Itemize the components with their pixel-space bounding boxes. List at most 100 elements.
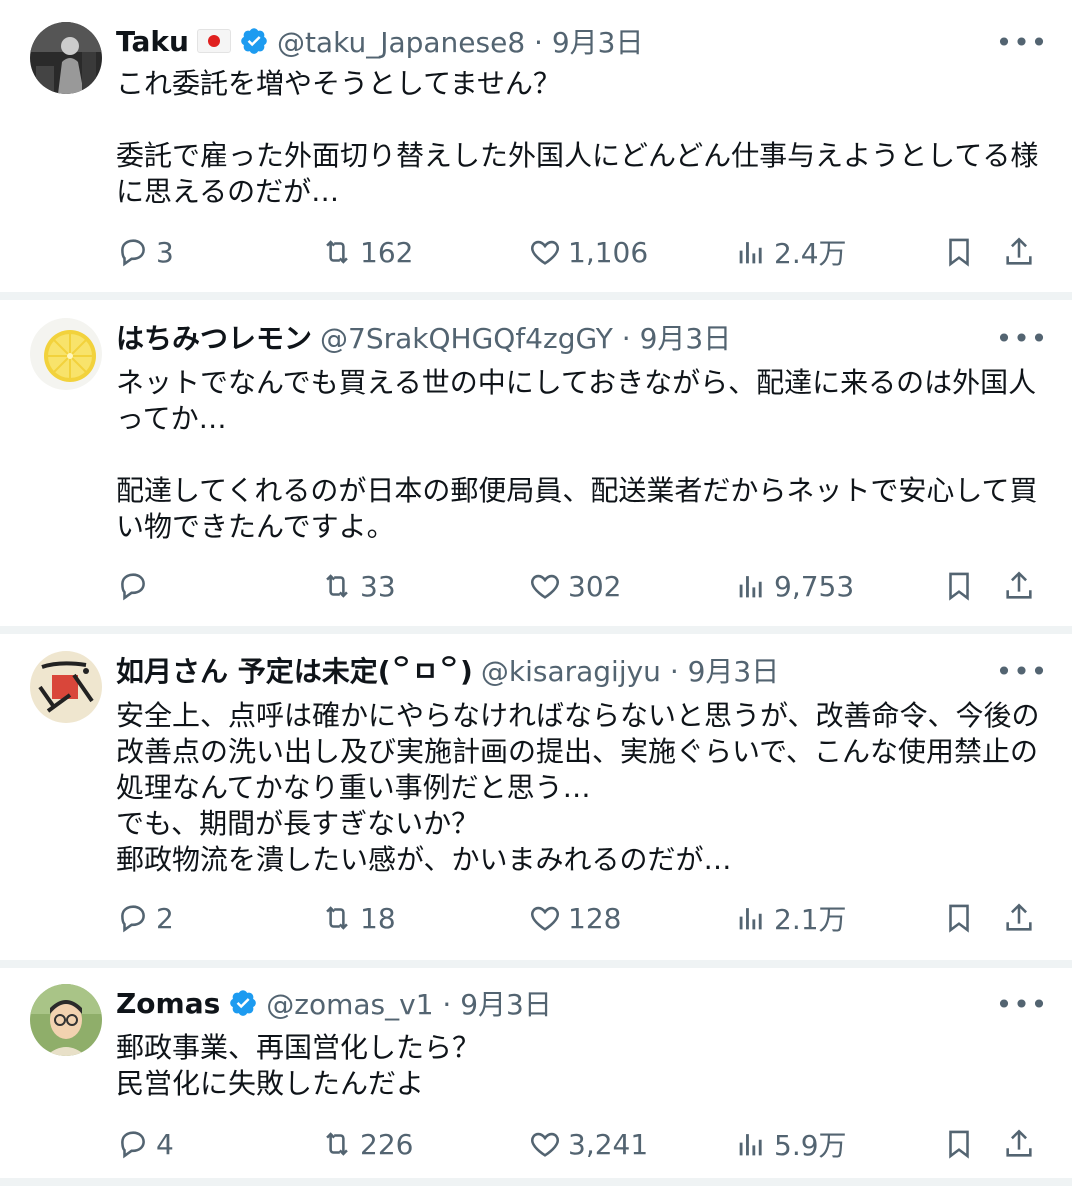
like-button[interactable]: 128 <box>528 896 621 940</box>
tweet[interactable]: はちみつレモン @7SrakQHGQf4zgGY · 9月3日 ••• ネットで… <box>0 300 1072 626</box>
retweet-count: 33 <box>360 569 396 603</box>
like-count: 302 <box>568 569 622 603</box>
tweet-header: Taku @taku_Japanese8 · 9月3日 <box>116 21 992 61</box>
tweet-text: これ委託を増やそうとしてません？ 委託で雇った外面切り替えした外国人にどんどん仕… <box>116 67 1039 208</box>
avatar[interactable] <box>30 22 102 94</box>
divider <box>0 626 1072 634</box>
retweet-button[interactable]: 226 <box>320 1122 413 1166</box>
share-icon <box>1006 571 1032 599</box>
bookmark-icon <box>949 904 969 933</box>
like-icon <box>531 1132 559 1157</box>
retweet-icon <box>326 240 348 264</box>
views-icon <box>739 242 762 264</box>
verified-badge-icon <box>230 990 257 1016</box>
retweet-button[interactable]: 33 <box>320 564 396 608</box>
share-button[interactable] <box>1002 1122 1042 1166</box>
retweet-count: 226 <box>360 1127 414 1161</box>
bookmark-button[interactable] <box>942 564 982 608</box>
handle-and-date[interactable]: @taku_Japanese8 · 9月3日 <box>277 21 644 61</box>
bookmark-button[interactable] <box>942 1122 982 1166</box>
more-icon[interactable]: ••• <box>996 318 1048 358</box>
reply-icon <box>121 239 145 267</box>
share-icon <box>1006 1129 1032 1157</box>
views-icon <box>739 576 762 598</box>
share-button[interactable] <box>1002 230 1042 274</box>
views-button[interactable]: 5.9万 <box>734 1122 847 1166</box>
tweet-header: はちみつレモン @7SrakQHGQf4zgGY · 9月3日 <box>116 317 992 357</box>
avatar[interactable] <box>30 318 102 390</box>
like-button[interactable]: 3,241 <box>528 1122 648 1166</box>
like-button[interactable]: 302 <box>528 564 621 608</box>
bookmark-button[interactable] <box>942 230 982 274</box>
like-count: 128 <box>568 901 622 935</box>
views-button[interactable]: 9,753 <box>734 564 854 608</box>
more-icon[interactable]: ••• <box>996 651 1048 691</box>
views-button[interactable]: 2.4万 <box>734 230 847 274</box>
reply-button[interactable]: 2 <box>116 896 174 940</box>
views-count: 2.1万 <box>774 903 847 936</box>
retweet-count: 18 <box>360 901 396 935</box>
reply-button[interactable]: 4 <box>116 1122 174 1166</box>
like-icon <box>531 240 559 265</box>
tweet-text: ネットでなんでも買える世の中にしておきながら、配達に来るのは外国人ってか… 配達… <box>116 366 1038 543</box>
handle-and-date[interactable]: @zomas_v1 · 9月3日 <box>266 983 552 1023</box>
share-button[interactable] <box>1002 564 1042 608</box>
views-icon <box>739 1134 762 1156</box>
retweet-button[interactable]: 18 <box>320 896 396 940</box>
views-count: 9,753 <box>774 569 855 603</box>
display-name[interactable]: 如月さん 予定は未定(꒪ㅁ꒪) <box>116 650 473 690</box>
views-count: 5.9万 <box>774 1129 847 1162</box>
retweet-icon <box>326 906 348 930</box>
views-count: 2.4万 <box>774 237 847 270</box>
display-name[interactable]: はちみつレモン <box>116 317 312 357</box>
reply-icon <box>121 573 145 601</box>
like-icon <box>531 906 559 931</box>
avatar[interactable] <box>30 651 102 723</box>
reply-count: 3 <box>156 235 174 269</box>
japan-flag-icon <box>196 29 231 53</box>
like-count: 1,106 <box>568 235 649 269</box>
action-bar: 2 18 128 2.1万 <box>116 896 1046 940</box>
bookmark-icon <box>949 238 969 267</box>
tweet[interactable]: 如月さん 予定は未定(꒪ㅁ꒪) @kisaragijyu · 9月3日 ••• … <box>0 634 1072 960</box>
reply-button[interactable]: 3 <box>116 230 174 274</box>
tweet-header: 如月さん 予定は未定(꒪ㅁ꒪) @kisaragijyu · 9月3日 <box>116 650 992 690</box>
retweet-button[interactable]: 162 <box>320 230 413 274</box>
more-icon[interactable]: ••• <box>996 22 1048 62</box>
handle-and-date[interactable]: @kisaragijyu · 9月3日 <box>481 650 779 690</box>
reply-button[interactable] <box>116 564 156 608</box>
divider <box>0 292 1072 300</box>
tweet-header: Zomas @zomas_v1 · 9月3日 <box>116 983 992 1023</box>
like-icon <box>531 574 559 599</box>
tweet[interactable]: Taku @taku_Japanese8 · 9月3日 ••• これ委託を増やそ… <box>0 0 1072 292</box>
avatar[interactable] <box>30 984 102 1056</box>
share-icon <box>1006 903 1032 931</box>
like-button[interactable]: 1,106 <box>528 230 648 274</box>
display-name[interactable]: Zomas <box>116 987 220 1020</box>
bookmark-icon <box>949 1130 969 1159</box>
bookmark-button[interactable] <box>942 896 982 940</box>
tweet-text: 郵政事業、再国営化したら？ 民営化に失敗したんだよ <box>116 1031 481 1100</box>
action-bar: 4 226 3,241 5.9万 <box>116 1122 1046 1166</box>
divider <box>0 1178 1072 1186</box>
tweet-text: 安全上、点呼は確かにやらなければならないと思うが、改善命令、今後の改善点の洗い出… <box>116 699 1040 876</box>
verified-badge-icon <box>241 28 267 54</box>
views-button[interactable]: 2.1万 <box>734 896 847 940</box>
retweet-count: 162 <box>360 235 414 269</box>
action-bar: 33 302 9,753 <box>116 564 1046 608</box>
reply-icon <box>121 905 145 933</box>
reply-count: 4 <box>156 1127 174 1161</box>
reply-icon <box>121 1131 145 1159</box>
bookmark-icon <box>949 572 969 601</box>
share-icon <box>1006 237 1032 265</box>
tweet[interactable]: Zomas @zomas_v1 · 9月3日 ••• 郵政事業、再国営化したら？… <box>0 968 1072 1178</box>
more-icon[interactable]: ••• <box>996 984 1048 1024</box>
handle-and-date[interactable]: @7SrakQHGQf4zgGY · 9月3日 <box>320 317 731 357</box>
retweet-icon <box>326 574 348 598</box>
reply-count: 2 <box>156 901 174 935</box>
share-button[interactable] <box>1002 896 1042 940</box>
display-name[interactable]: Taku <box>116 25 189 58</box>
divider <box>0 960 1072 968</box>
retweet-icon <box>326 1132 348 1156</box>
views-icon <box>739 908 762 930</box>
